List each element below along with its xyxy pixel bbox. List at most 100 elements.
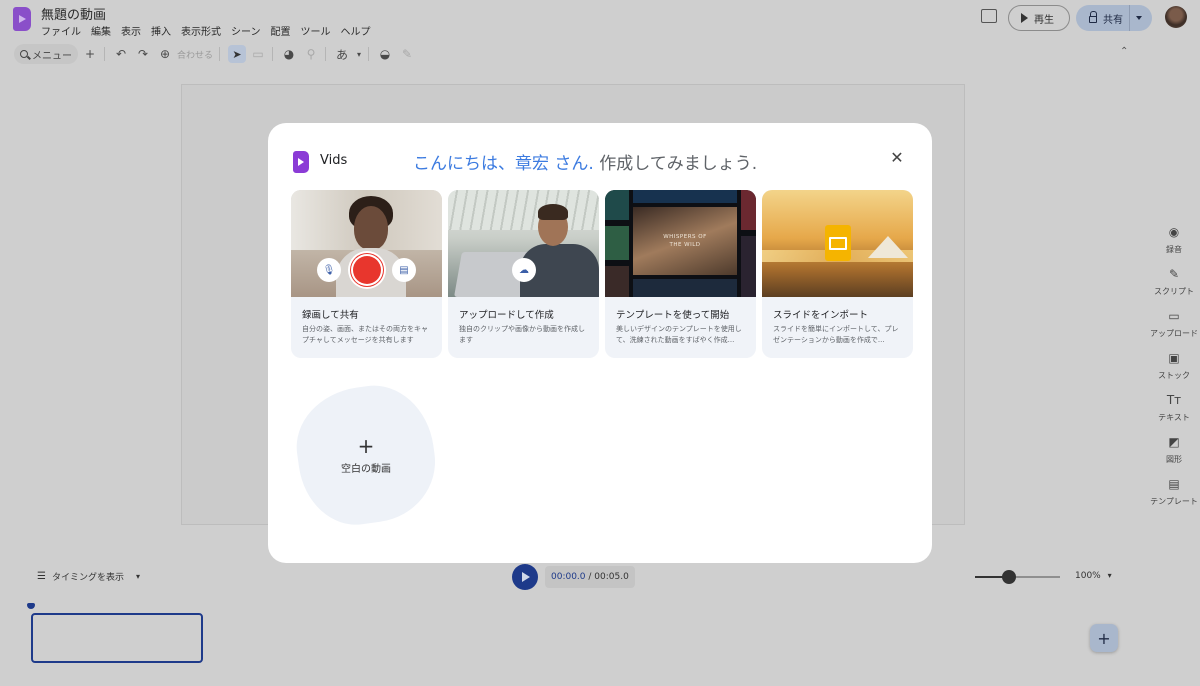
close-icon[interactable]: ✕ [888,149,906,167]
rail-item-shapes[interactable]: ◩ 図形 [1148,435,1200,477]
timeline-play-button[interactable] [512,564,538,590]
share-button[interactable]: 共有 [1076,5,1152,31]
rail-item-stock[interactable]: ▣ ストック [1148,351,1200,393]
timecode: 00:00.0 / 00:05.0 [545,566,635,588]
current-time: 00:00.0 [551,572,586,582]
menu-insert[interactable]: 挿入 [146,23,176,38]
timing-icon: ☰ [37,570,46,582]
rail-item-label: テンプレート [1150,497,1198,506]
slides-card-thumbnail [762,190,913,297]
greeting-name: こんにちは、章宏 さん. [413,154,594,174]
toolbar-divider [272,47,274,61]
card-title: 録画して共有 [302,310,359,321]
zoom-level-select[interactable]: 100% ▾ [1075,571,1112,581]
microphone-icon: 🎙 [317,258,341,282]
template-tile [741,236,756,297]
card-description: 自分の姿、画面、またはその両方をキャプチャしてメッセージを共有します [302,325,428,344]
play-icon [1021,13,1028,23]
record-icon: ◉ [1168,225,1180,239]
text-style-select[interactable]: あ [332,44,352,64]
play-label: 再生 [1034,14,1054,26]
document-title[interactable]: 無題の動画 [41,4,106,23]
card-title: テンプレートを使って開始 [616,310,730,321]
menu-view[interactable]: 表示 [116,23,146,38]
create-options: 🎙 ▤ 録画して共有 自分の姿、画面、またはその両方をキャプチャしてメッセージを… [291,190,913,358]
show-timing-button[interactable]: ☰ タイミングを表示 ▾ [27,566,147,586]
greeting-heading: こんにちは、章宏 さん. 作成してみましょう. [413,149,757,174]
timeline-clip[interactable] [31,613,203,663]
share-label: 共有 [1103,14,1123,26]
lock-icon [1089,11,1097,23]
chevron-down-icon: ▾ [135,571,140,581]
play-button[interactable]: 再生 [1008,5,1070,31]
frame-icon[interactable]: ▭ [248,44,268,64]
blank-video-button[interactable]: + 空白の動画 [298,387,434,523]
share-main[interactable]: 共有 [1076,5,1130,31]
rail-item-label: 図形 [1166,455,1182,464]
card-description: スライドを簡単にインポートして、プレゼンテーションから動画を作成で... [773,325,899,344]
timing-label: タイミングを表示 [51,572,124,583]
script-icon: ✎ [1168,267,1180,281]
card-description: 独自のクリップや画像から動画を作成します [459,325,585,344]
select-cursor-icon[interactable]: ➤ [228,45,247,63]
toolbar-divider [219,47,221,61]
card-description: 美しいデザインのテンプレートを使用して、洗練された動画をすばやく作成... [616,325,742,344]
vids-logo-icon [293,151,309,173]
palette-icon[interactable]: ◕ [279,44,299,64]
fill-color-icon[interactable]: ◒ [375,44,395,64]
vids-logo-icon[interactable] [13,7,31,31]
playhead-marker[interactable] [27,603,35,609]
record-card-thumbnail: 🎙 ▤ [291,190,442,297]
rail-item-text[interactable]: Tт テキスト [1148,393,1200,435]
toolbar-divider [325,47,327,61]
redo-icon[interactable]: ↷ [133,44,153,64]
menu-scene[interactable]: シーン [226,23,266,38]
zoom-icon[interactable]: ⊕ [155,44,175,64]
undo-icon[interactable]: ↶ [111,44,131,64]
zoom-level-value: 100% [1075,571,1101,581]
rail-item-upload[interactable]: ▭ アップロード [1148,309,1200,351]
rail-item-label: アップロード [1150,329,1198,338]
menu-edit[interactable]: 編集 [86,23,116,38]
add-scene-button[interactable]: + [1090,624,1118,652]
menu-arrange[interactable]: 配置 [266,23,296,38]
record-and-share-card[interactable]: 🎙 ▤ 録画して共有 自分の姿、画面、またはその両方をキャプチャしてメッセージを… [291,190,442,358]
add-icon[interactable]: + [80,44,100,64]
avatar[interactable] [1165,6,1187,28]
stock-icon: ▣ [1168,351,1180,365]
upload-and-create-card[interactable]: ☁ アップロードして作成 独自のクリップや画像から動画を作成します [448,190,599,358]
border-color-icon[interactable]: ✎ [397,44,417,64]
template-preview-text: THE WILD [669,242,701,248]
upload-card-thumbnail: ☁ [448,190,599,297]
menu-format[interactable]: 表示形式 [176,23,226,38]
record-button-icon [348,251,386,289]
menu-search-button[interactable]: メニュー [14,44,78,64]
zoom-fit-select[interactable]: 合わせる [177,48,213,61]
ceiling-beams [448,190,599,230]
rail-item-record[interactable]: ◉ 録音 [1148,225,1200,267]
total-time: / 00:05.0 [588,572,629,582]
comment-icon[interactable] [981,9,997,23]
zoom-slider-handle[interactable] [1002,570,1016,584]
rail-item-label: ストック [1158,371,1190,380]
text-icon: Tт [1166,393,1182,407]
import-slides-card[interactable]: スライドをインポート スライドを簡単にインポートして、プレゼンテーションから動画… [762,190,913,358]
template-tile [633,279,737,297]
start-with-template-card[interactable]: WHISPERS OF THE WILD テンプレートを使って開始 美しいデザイ… [605,190,756,358]
share-dropdown-icon[interactable] [1136,16,1142,20]
card-title: アップロードして作成 [459,310,554,321]
menu-tools[interactable]: ツール [296,23,336,38]
menu-help[interactable]: ヘルプ [336,23,376,38]
cloud-upload-icon: ☁ [512,258,536,282]
rail-item-label: 録音 [1166,245,1182,254]
rail-item-script[interactable]: ✎ スクリプト [1148,267,1200,309]
blank-video-label: 空白の動画 [341,463,391,475]
rail-item-label: スクリプト [1154,287,1194,296]
chevron-down-icon[interactable]: ▾ [354,44,364,64]
template-card-thumbnail: WHISPERS OF THE WILD [605,190,756,297]
menu-file[interactable]: ファイル [41,23,86,38]
rail-item-template[interactable]: ▤ テンプレート [1148,477,1200,519]
paint-format-icon[interactable]: ⚲ [301,44,321,64]
collapse-toolbar-icon[interactable]: ⌃ [1120,46,1130,57]
toolbar-divider [104,47,105,61]
